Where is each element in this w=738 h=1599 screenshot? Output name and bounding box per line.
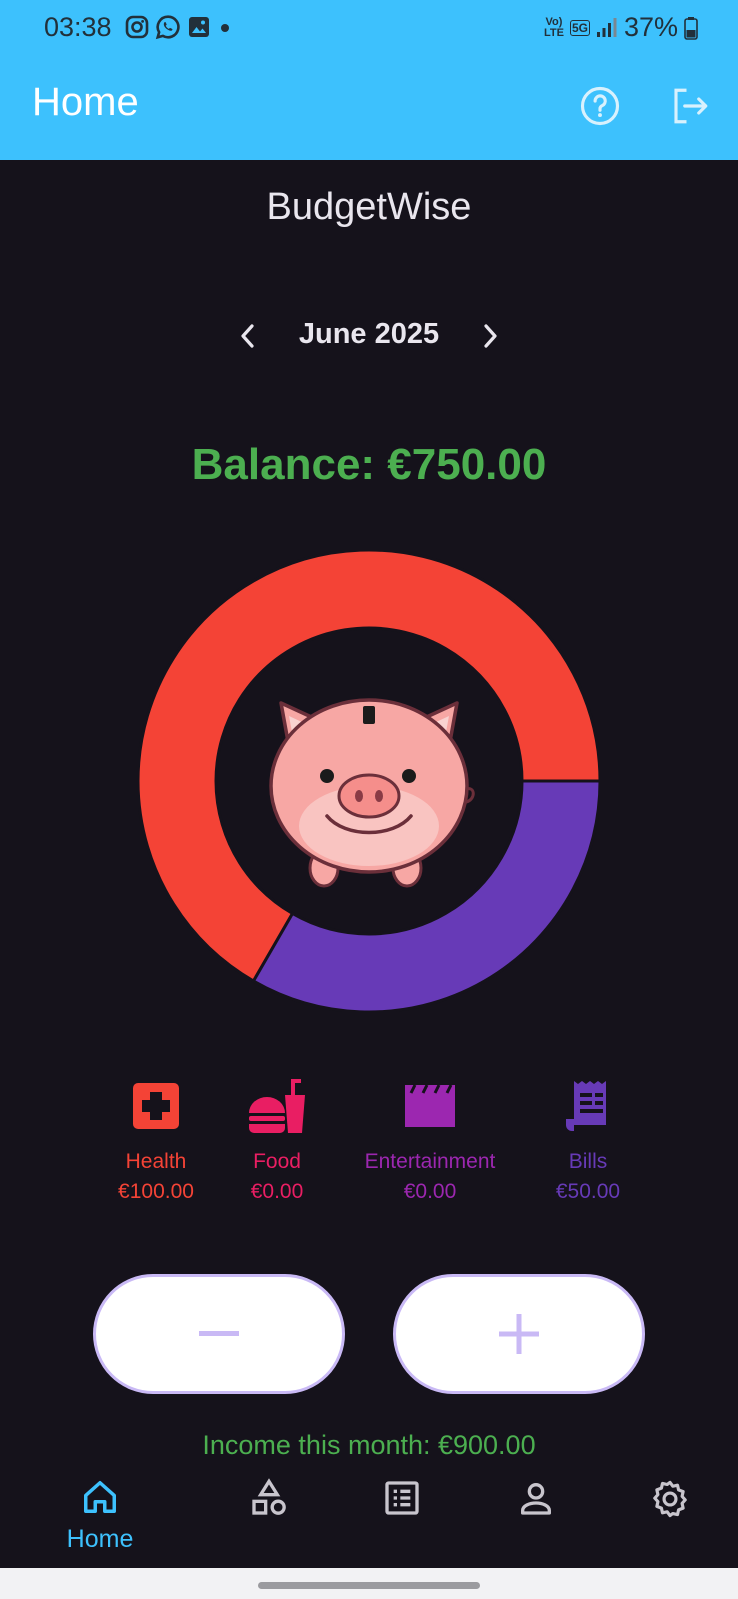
income-text: Income this month: €900.00 bbox=[202, 1430, 536, 1458]
nav-home-label: Home bbox=[66, 1525, 134, 1553]
shapes-icon bbox=[252, 1478, 286, 1515]
nav-categories[interactable] bbox=[219, 1478, 319, 1523]
network-5g-icon: 5G bbox=[569, 19, 590, 36]
plus-icon bbox=[499, 1314, 539, 1354]
app-bar: 03:38 Vo) LTE 5G 37% Home bbox=[0, 0, 738, 160]
help-button[interactable] bbox=[578, 84, 622, 128]
signal-icon bbox=[596, 17, 617, 37]
battery-text: 37% bbox=[623, 12, 678, 42]
fastfood-icon bbox=[249, 1079, 305, 1133]
category-name: Bills bbox=[568, 1150, 608, 1173]
nav-settings[interactable] bbox=[620, 1478, 720, 1525]
battery-icon bbox=[684, 16, 698, 40]
add-expense-button[interactable] bbox=[93, 1274, 345, 1394]
help-circle-icon bbox=[580, 86, 620, 126]
home-icon bbox=[84, 1481, 116, 1513]
nav-transactions[interactable] bbox=[352, 1478, 452, 1523]
page-title: Home bbox=[32, 80, 139, 124]
volte-icon: Vo) LTE bbox=[543, 15, 564, 39]
list-icon bbox=[385, 1481, 419, 1515]
minus-icon bbox=[199, 1331, 239, 1336]
logout-icon bbox=[674, 88, 708, 124]
balance-text: Balance: €750.00 bbox=[191, 440, 547, 489]
status-bar: 03:38 Vo) LTE 5G 37% bbox=[0, 0, 738, 58]
notification-icons bbox=[125, 14, 233, 40]
status-time: 03:38 bbox=[44, 12, 112, 42]
gear-icon bbox=[653, 1480, 687, 1518]
category-name: Entertainment bbox=[364, 1150, 496, 1173]
next-month-button[interactable] bbox=[468, 314, 512, 358]
gallery-icon bbox=[189, 17, 209, 37]
home-gesture-bar[interactable] bbox=[258, 1582, 480, 1589]
add-income-button[interactable] bbox=[393, 1274, 645, 1394]
app-name: BudgetWise bbox=[266, 186, 472, 228]
status-right: Vo) LTE 5G 37% bbox=[544, 12, 698, 43]
person-icon bbox=[521, 1483, 551, 1515]
category-entertainment[interactable]: Entertainment €0.00 bbox=[340, 1078, 520, 1204]
category-summary: Health €100.00 Food €0.00 Entertainment … bbox=[0, 1078, 738, 1218]
category-bills[interactable]: Bills €50.00 bbox=[498, 1078, 678, 1204]
spending-donut-chart bbox=[138, 550, 600, 1012]
piggy-bank-image bbox=[269, 698, 475, 888]
nav-profile[interactable] bbox=[486, 1478, 586, 1523]
category-amount: €50.00 bbox=[555, 1180, 621, 1203]
gesture-area bbox=[0, 1568, 738, 1599]
current-month: June 2025 bbox=[298, 318, 440, 350]
logout-button[interactable] bbox=[668, 84, 712, 128]
medical-cross-icon bbox=[133, 1083, 179, 1129]
month-navigator: June 2025 bbox=[0, 312, 738, 360]
receipt-icon bbox=[566, 1081, 606, 1131]
whatsapp-icon bbox=[155, 15, 180, 40]
instagram-icon bbox=[125, 15, 149, 39]
bottom-navigation: Home bbox=[0, 1458, 738, 1568]
chevron-right-icon bbox=[484, 324, 497, 348]
category-amount: €0.00 bbox=[403, 1180, 457, 1203]
dot-icon bbox=[221, 24, 229, 32]
nav-home[interactable]: Home bbox=[50, 1478, 150, 1554]
clapperboard-icon bbox=[405, 1084, 455, 1127]
